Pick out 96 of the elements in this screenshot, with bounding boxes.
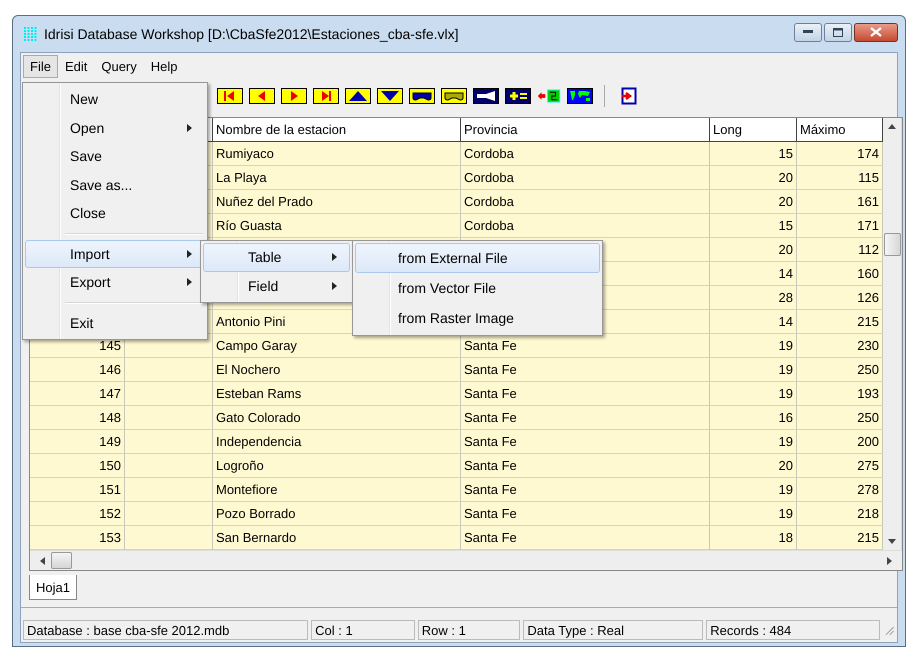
- table-cell: 19: [710, 358, 797, 382]
- table-cell: El Nochero: [213, 358, 461, 382]
- table-cell: 19: [710, 478, 797, 502]
- table-cell: Cordoba: [461, 166, 710, 190]
- scroll-left-icon[interactable]: [40, 556, 45, 564]
- table-cell: Santa Fe: [461, 430, 710, 454]
- menu-bar-item[interactable]: Query: [94, 54, 144, 78]
- status-panel: Data Type : Real: [523, 620, 704, 640]
- scroll-up-icon[interactable]: [888, 124, 896, 129]
- table-cell: 20: [710, 190, 797, 214]
- column-header: Máximo: [797, 118, 883, 142]
- menu-item[interactable]: New: [25, 85, 205, 114]
- scroll-down-icon[interactable]: [888, 539, 896, 544]
- table-cell: 146: [30, 358, 125, 382]
- table-cell: 15: [710, 142, 797, 166]
- menu-item[interactable]: Field: [203, 272, 350, 300]
- table-cell: Gato Colorado: [213, 406, 461, 430]
- table-cell: Santa Fe: [461, 382, 710, 406]
- menu-item[interactable]: Close: [25, 199, 205, 228]
- next-icon[interactable]: [279, 87, 309, 105]
- table-cell: 147: [30, 382, 125, 406]
- table-cell: Santa Fe: [461, 478, 710, 502]
- table-cell: Pozo Borrado: [213, 502, 461, 526]
- menu-item[interactable]: Save as...: [25, 170, 205, 199]
- table-cell: 151: [30, 478, 125, 502]
- menu-item[interactable]: from Vector File: [355, 273, 600, 303]
- goggles-icon[interactable]: [407, 87, 437, 105]
- table-cell: Montefiore: [213, 478, 461, 502]
- world-map-icon[interactable]: [565, 87, 595, 105]
- status-panel: Records : 484: [706, 620, 880, 640]
- table-cell: Cordoba: [461, 214, 710, 238]
- plus-equals-icon[interactable]: [503, 87, 533, 105]
- maximize-button[interactable]: [824, 22, 852, 42]
- arrow-map-icon[interactable]: [535, 87, 563, 105]
- dot-grid-icon: [22, 26, 38, 42]
- vertical-scrollbar[interactable]: [883, 118, 901, 550]
- column-header: Nombre de la estacion: [213, 118, 461, 142]
- goggles-icon[interactable]: [439, 87, 469, 105]
- table-cell: La Playa: [213, 166, 461, 190]
- table-cell: Esteban Rams: [213, 382, 461, 406]
- table-cell: Cordoba: [461, 190, 710, 214]
- sheet-tab[interactable]: Hoja1: [29, 575, 77, 600]
- table-cell: 148: [30, 406, 125, 430]
- table-cell: 152: [30, 502, 125, 526]
- table-cell: 20: [710, 454, 797, 478]
- table-cell: 19: [710, 334, 797, 358]
- table-cell: 15: [710, 214, 797, 238]
- maximize-icon: [833, 28, 843, 36]
- scroll-thumb[interactable]: [51, 552, 72, 569]
- table-cell: Rumiyaco: [213, 142, 461, 166]
- table-cell: Independencia: [213, 430, 461, 454]
- column-header: Long: [710, 118, 797, 142]
- menu-item[interactable]: Save: [25, 142, 205, 170]
- scroll-thumb[interactable]: [884, 233, 900, 256]
- table-cell: Logroño: [213, 454, 461, 478]
- menu-item[interactable]: Open: [25, 114, 205, 142]
- table-cell: 19: [710, 430, 797, 454]
- menu-bar-item[interactable]: File: [23, 54, 58, 78]
- table-cell: Río Guasta: [213, 214, 461, 238]
- table-cell: 14: [710, 310, 797, 334]
- table-cell: 20: [710, 166, 797, 190]
- table-cell: Nuñez del Prado: [213, 190, 461, 214]
- table-cell: Cordoba: [461, 142, 710, 166]
- table-cell: 20: [710, 238, 797, 262]
- menu-item[interactable]: Table: [203, 243, 350, 272]
- menu-bar-item[interactable]: Edit: [58, 54, 94, 78]
- table-cell: 14: [710, 262, 797, 286]
- close-icon: [870, 27, 882, 37]
- skip-first-icon[interactable]: [215, 87, 245, 105]
- status-panel: Col : 1: [311, 620, 415, 640]
- table-cell: 19: [710, 382, 797, 406]
- flashlight-icon[interactable]: [471, 87, 501, 105]
- table-cell: Santa Fe: [461, 406, 710, 430]
- minimize-button[interactable]: [794, 22, 822, 42]
- skip-last-icon[interactable]: [311, 87, 341, 105]
- scroll-right-icon[interactable]: [887, 556, 892, 564]
- table-cell: 150: [30, 454, 125, 478]
- close-button[interactable]: [854, 22, 898, 42]
- column-header: Provincia: [461, 118, 710, 142]
- horizontal-scrollbar[interactable]: [30, 550, 902, 570]
- table-cell: Santa Fe: [461, 358, 710, 382]
- status-panel: Row : 1: [418, 620, 520, 640]
- minimize-icon: [803, 30, 813, 34]
- table-cell: Santa Fe: [461, 502, 710, 526]
- table-cell: Santa Fe: [461, 454, 710, 478]
- table-cell: 19: [710, 502, 797, 526]
- status-panel: Database : base cba-sfe 2012.mdb: [23, 620, 308, 640]
- menu-item[interactable]: Exit: [25, 308, 205, 337]
- table-cell: 16: [710, 406, 797, 430]
- previous-icon[interactable]: [247, 87, 277, 105]
- window-title: Idrisi Database Workshop [D:\CbaSfe2012\Estaciones_cba-sfe.vlx]: [44, 26, 459, 42]
- menu-item[interactable]: from External File: [355, 243, 600, 273]
- resize-grip-icon[interactable]: [883, 624, 895, 636]
- table-cell: 28: [710, 286, 797, 310]
- table-cell: 149: [30, 430, 125, 454]
- menu-bar-item[interactable]: Help: [144, 54, 185, 78]
